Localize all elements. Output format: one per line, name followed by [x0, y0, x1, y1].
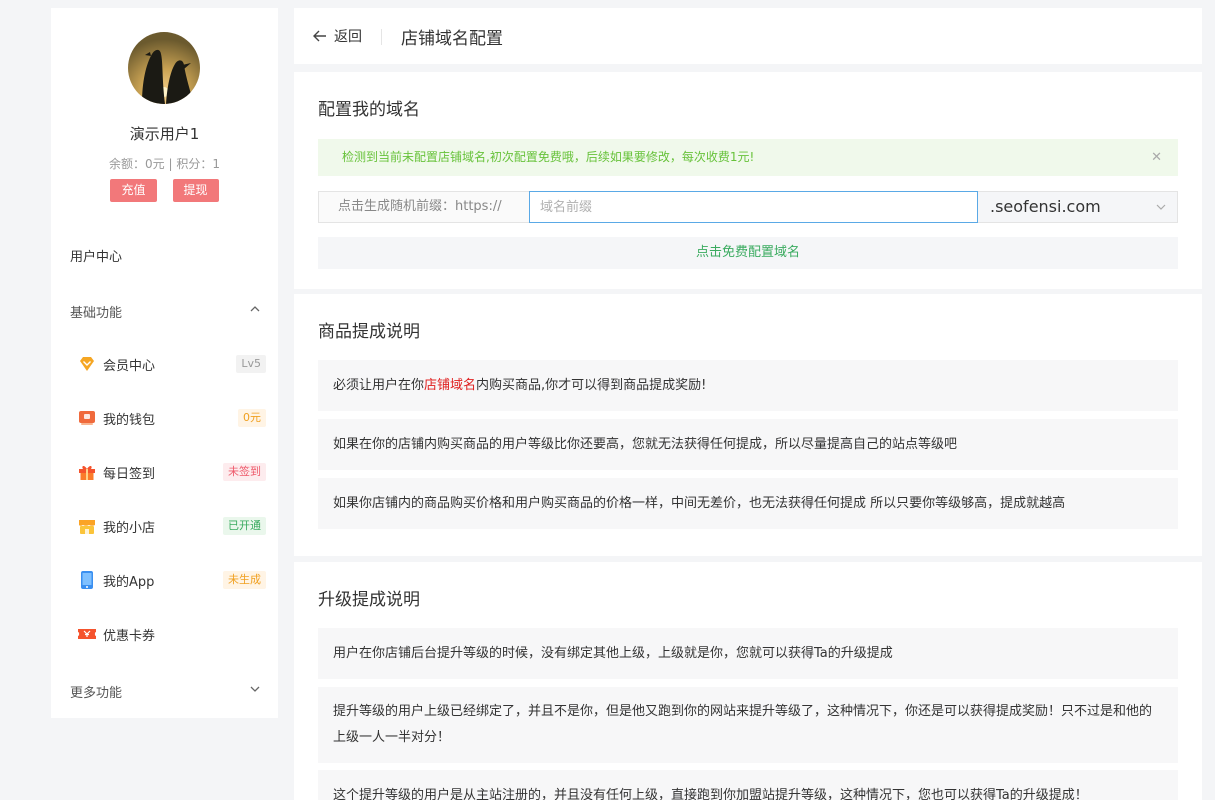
shop-status-badge: 已开通: [223, 517, 266, 535]
chevron-down-icon: [1156, 204, 1166, 210]
sidebar-item-label: 会员中心: [103, 358, 156, 374]
withdraw-button[interactable]: 提现: [172, 179, 219, 202]
diamond-icon: [80, 357, 94, 371]
domain-config-title: 配置我的域名: [318, 100, 420, 120]
nav-section-basic[interactable]: 基础功能: [70, 302, 262, 321]
sidebar-item-label: 我的钱包: [103, 412, 156, 428]
header-divider: [381, 29, 382, 45]
shop-icon: [79, 520, 95, 534]
back-button[interactable]: 返回: [312, 26, 362, 46]
sidebar-item-label: 每日签到: [103, 466, 156, 482]
generate-random-prefix-button[interactable]: 点击生成随机前缀：https://: [318, 191, 529, 223]
sidebar: 演示用户1 余额：0元 | 积分：1 充值 提现 用户中心 基础功能 会员中心 …: [51, 8, 278, 718]
sidebar-item-label: 我的App: [103, 574, 155, 590]
app-status-badge: 未生成: [223, 571, 266, 589]
domain-prefix-input[interactable]: [529, 191, 978, 223]
commission-note-3: 如果你店铺内的商品购买价格和用户购买商品的价格一样，中间无差价，也无法获得任何提…: [318, 478, 1178, 529]
upgrade-note-3: 这个提升等级的用户是从主站注册的，并且没有任何上级，直接跑到你加盟站提升等级，这…: [318, 770, 1178, 800]
nav-section-more-label: 更多功能: [70, 686, 123, 701]
info-alert: 检测到当前未配置店铺域名,初次配置免费哦，后续如果要修改，每次收费1元! ✕: [318, 139, 1178, 176]
username: 演示用户1: [129, 125, 200, 143]
upgrade-title: 升级提成说明: [318, 590, 420, 610]
commission-note-3-text: 如果你店铺内的商品购买价格和用户购买商品的价格一样，中间无差价，也无法获得任何提…: [333, 495, 1066, 511]
configure-domain-button[interactable]: 点击免费配置域名: [318, 237, 1178, 269]
close-icon[interactable]: ✕: [1151, 139, 1162, 176]
phone-icon: [81, 571, 93, 589]
coupon-icon: [78, 629, 96, 639]
commission-note-2: 如果在你的店铺内购买商品的用户等级比你还要高，您就无法获得任何提成，所以尽量提高…: [318, 419, 1178, 470]
domain-suffix-value: .seofensi.com: [990, 197, 1101, 216]
wallet-icon: [79, 411, 95, 425]
alert-text: 检测到当前未配置店铺域名,初次配置免费哦，后续如果要修改，每次收费1元!: [342, 150, 755, 164]
note-highlight: 店铺域名: [424, 377, 477, 393]
nav-user-center[interactable]: 用户中心: [70, 246, 122, 265]
chevron-up-icon: [250, 306, 260, 312]
sidebar-item-my-app[interactable]: 我的App 未生成: [77, 566, 266, 594]
note-text-after: 内购买商品,你才可以得到商品提成奖励!: [476, 377, 707, 393]
arrow-left-icon: [313, 30, 326, 42]
sidebar-item-member-center[interactable]: 会员中心 Lv5: [77, 350, 266, 378]
level-badge: Lv5: [236, 355, 266, 373]
upgrade-note-2: 提升等级的用户上级已经绑定了，并且不是你，但是他又跑到你的网站来提升等级了，这种…: [318, 687, 1178, 763]
sidebar-item-label: 优惠卡券: [103, 628, 156, 644]
sidebar-item-wallet[interactable]: 我的钱包 0元: [77, 404, 266, 432]
nav-section-more[interactable]: 更多功能: [70, 682, 262, 701]
wallet-badge: 0元: [238, 409, 266, 427]
wallet-actions: 充值 提现: [51, 179, 278, 202]
nav-section-basic-label: 基础功能: [70, 306, 123, 321]
upgrade-note-3-text: 这个提升等级的用户是从主站注册的，并且没有任何上级，直接跑到你加盟站提升等级，这…: [333, 787, 1088, 800]
commission-note-2-text: 如果在你的店铺内购买商品的用户等级比你还要高，您就无法获得任何提成，所以尽量提高…: [333, 436, 958, 452]
recharge-button[interactable]: 充值: [110, 179, 157, 202]
domain-config-panel: 配置我的域名 检测到当前未配置店铺域名,初次配置免费哦，后续如果要修改，每次收费…: [294, 72, 1202, 289]
back-label: 返回: [334, 29, 362, 45]
domain-suffix-select[interactable]: .seofensi.com: [978, 191, 1178, 223]
balance-stats: 余额：0元 | 积分：1: [109, 157, 220, 171]
upgrade-note-1: 用户在你店铺后台提升等级的时候，没有绑定其他上级，上级就是你，您就可以获得Ta的…: [318, 628, 1178, 679]
note-text-before: 必须让用户在你: [333, 377, 425, 393]
checkin-badge: 未签到: [223, 463, 266, 481]
upgrade-note-1-text: 用户在你店铺后台提升等级的时候，没有绑定其他上级，上级就是你，您就可以获得Ta的…: [333, 645, 893, 661]
upgrade-note-2-text: 提升等级的用户上级已经绑定了，并且不是你，但是他又跑到你的网站来提升等级了，这种…: [333, 704, 1153, 745]
sidebar-item-coupons[interactable]: 优惠卡券: [77, 620, 266, 648]
sidebar-item-daily-checkin[interactable]: 每日签到 未签到: [77, 458, 266, 486]
commission-title: 商品提成说明: [318, 322, 420, 342]
upgrade-panel: 升级提成说明 用户在你店铺后台提升等级的时候，没有绑定其他上级，上级就是你，您就…: [294, 562, 1202, 800]
commission-note-1-text: 必须让用户在你店铺域名内购买商品,你才可以得到商品提成奖励!: [333, 373, 706, 399]
commission-panel: 商品提成说明 必须让用户在你店铺域名内购买商品,你才可以得到商品提成奖励! 如果…: [294, 294, 1202, 556]
sidebar-item-my-shop[interactable]: 我的小店 已开通: [77, 512, 266, 540]
sidebar-item-label: 我的小店: [103, 520, 156, 536]
domain-input-group: 点击生成随机前缀：https:// .seofensi.com: [318, 191, 1178, 223]
gift-icon: [79, 465, 95, 480]
commission-note-1: 必须让用户在你店铺域名内购买商品,你才可以得到商品提成奖励!: [318, 360, 1178, 411]
page-header: 返回 店铺域名配置: [294, 8, 1202, 64]
page-title: 店铺域名配置: [401, 29, 503, 49]
avatar[interactable]: [128, 32, 200, 104]
chevron-down-icon: [250, 686, 260, 692]
